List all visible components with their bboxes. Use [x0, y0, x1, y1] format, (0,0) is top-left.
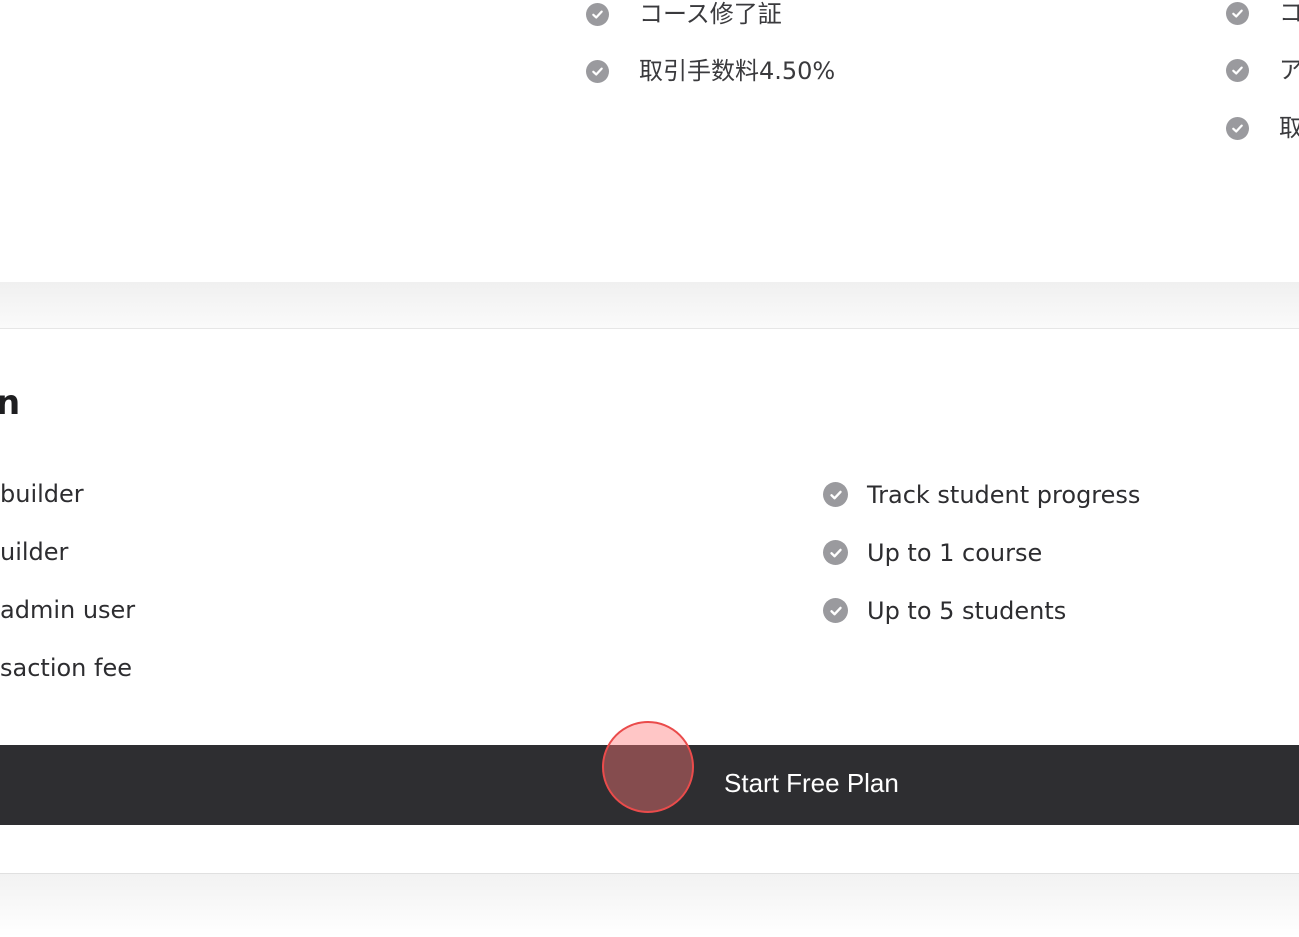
- check-circle-icon: [586, 2, 609, 26]
- feature-label: admin user: [0, 596, 136, 624]
- feature-item: saction fee: [0, 656, 132, 680]
- feature-label: 取: [1279, 114, 1299, 142]
- feature-item: Track student progress: [823, 482, 1140, 507]
- check-circle-icon: [823, 482, 848, 507]
- feature-item: 取引手数料4.50%: [586, 59, 835, 83]
- feature-item: admin user: [0, 598, 135, 622]
- feature-item: builder: [0, 482, 84, 506]
- start-free-plan-label: Start Free Plan: [724, 768, 899, 798]
- feature-label: Up to 5 students: [867, 596, 1067, 625]
- feature-label: Track student progress: [867, 480, 1141, 509]
- feature-item: コース修了証: [586, 2, 782, 26]
- feature-label: builder: [0, 480, 84, 508]
- section-divider: [0, 874, 1299, 937]
- start-free-plan-button[interactable]: [0, 745, 1299, 825]
- check-circle-icon: [1226, 1, 1249, 25]
- check-circle-icon: [823, 540, 848, 565]
- feature-item: 取: [1226, 116, 1299, 140]
- feature-label: saction fee: [0, 654, 132, 682]
- check-circle-icon: [823, 598, 848, 623]
- feature-item: ア: [1226, 58, 1299, 82]
- section-divider: [0, 282, 1299, 329]
- feature-item: Up to 5 students: [823, 598, 1066, 623]
- check-circle-icon: [586, 59, 609, 83]
- feature-item: uilder: [0, 540, 68, 564]
- check-circle-icon: [1226, 58, 1249, 82]
- feature-label: Up to 1 course: [867, 538, 1043, 567]
- pricing-page: コース修了証 取引手数料4.50% コ ア 取 n builder uilder…: [0, 0, 1299, 937]
- plan-title: n: [0, 383, 21, 423]
- check-circle-icon: [1226, 116, 1249, 140]
- feature-label: コース修了証: [639, 0, 782, 28]
- feature-label: uilder: [0, 538, 69, 566]
- pricing-card-top: コース修了証 取引手数料4.50% コ ア 取: [0, 0, 1299, 283]
- feature-item: コ: [1226, 1, 1299, 25]
- feature-item: Up to 1 course: [823, 540, 1042, 565]
- feature-label: ア: [1279, 56, 1299, 84]
- feature-label: コ: [1279, 0, 1299, 27]
- feature-label: 取引手数料4.50%: [639, 57, 836, 85]
